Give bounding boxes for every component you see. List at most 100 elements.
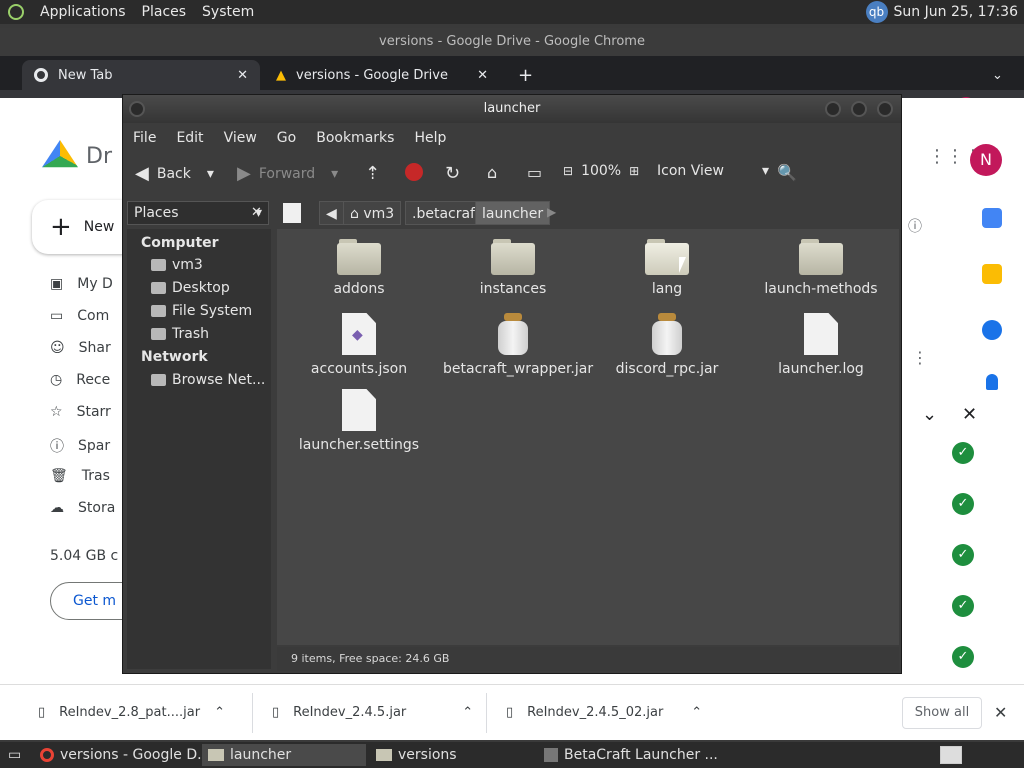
file-label: launcher.log — [778, 361, 864, 377]
sidebar-item-vm3[interactable]: vm3 — [151, 257, 203, 273]
file-item-launcher-settings[interactable]: launcher.settings — [289, 389, 429, 453]
menu-places[interactable]: Places — [142, 4, 187, 20]
sidebar-item-trash[interactable]: Trash — [151, 326, 209, 342]
menu-go[interactable]: Go — [267, 130, 306, 146]
tab-versions-drive[interactable]: ▲ versions - Google Drive ✕ — [264, 60, 500, 90]
breadcrumb-launcher[interactable]: launcher — [475, 201, 551, 225]
task-launcher[interactable]: launcher — [202, 744, 366, 766]
sidebar-item-recent[interactable]: ◷ Rece — [50, 372, 110, 388]
close-button[interactable] — [877, 101, 893, 117]
chevron-down-icon[interactable]: ▾ — [207, 166, 214, 182]
reload-icon[interactable]: ↻ — [445, 163, 460, 184]
close-icon[interactable]: ✕ — [477, 68, 488, 83]
drive-logo[interactable]: Dr — [42, 140, 112, 172]
window-menu-button[interactable] — [129, 101, 145, 117]
file-item-accounts-json[interactable]: ◆ accounts.json — [289, 313, 429, 377]
chevron-up-icon[interactable]: ⌃ — [214, 705, 225, 720]
fm-titlebar[interactable]: launcher — [123, 95, 901, 123]
chrome-title: versions - Google Drive - Google Chrome — [0, 28, 1024, 56]
task-chrome[interactable]: versions - Google D... — [34, 744, 216, 766]
menu-edit[interactable]: Edit — [166, 130, 213, 146]
text-file-icon — [804, 313, 838, 355]
sidebar-label: Desktop — [172, 280, 230, 296]
sidebar-item-spam[interactable]: ⓘ Spar — [50, 436, 110, 456]
close-icon[interactable]: ✕ — [994, 703, 1007, 722]
close-icon[interactable]: ✕ — [962, 404, 977, 425]
calendar-icon[interactable] — [982, 208, 1002, 228]
zoom-in-icon[interactable]: ⊞ — [629, 164, 639, 178]
sidebar-item-browse-network[interactable]: Browse Net... — [151, 372, 265, 388]
collapse-chevron-icon[interactable]: ⌄ — [922, 404, 937, 425]
task-betacraft[interactable]: BetaCraft Launcher ... — [538, 744, 724, 766]
menu-bookmarks[interactable]: Bookmarks — [306, 130, 404, 146]
more-vert-icon[interactable]: ⋮ — [912, 348, 928, 367]
tab-new-tab[interactable]: New Tab ✕ — [22, 60, 260, 90]
task-versions[interactable]: versions — [370, 744, 463, 766]
menu-file[interactable]: File — [123, 130, 166, 146]
sidebar-item-storage[interactable]: ☁ Stora — [50, 500, 115, 516]
sidebar-item-desktop[interactable]: Desktop — [151, 280, 230, 296]
stop-icon[interactable] — [405, 163, 423, 181]
forward-button[interactable]: ▶ Forward ▾ — [237, 163, 338, 184]
file-item-addons[interactable]: addons — [289, 239, 429, 297]
places-dropdown[interactable]: Places ▾ — [127, 201, 269, 225]
sidebar-item-shared[interactable]: ☺ Shar — [50, 340, 111, 356]
workspace-switcher[interactable] — [934, 744, 968, 766]
up-icon[interactable]: ⇡ — [365, 163, 380, 184]
file-item-betacraft-wrapper[interactable]: betacraft_wrapper.jar — [443, 313, 593, 377]
user-badge[interactable]: qb — [865, 1, 888, 23]
menu-help[interactable]: Help — [404, 130, 456, 146]
sidebar-item-starred[interactable]: ☆ Starr — [50, 404, 111, 420]
chevron-up-icon[interactable]: ⌃ — [691, 705, 702, 720]
divider — [252, 693, 253, 733]
zoom-out-icon[interactable]: ⊟ — [563, 164, 573, 178]
file-item-discord-rpc[interactable]: discord_rpc.jar — [597, 313, 737, 377]
tasks-icon[interactable] — [982, 320, 1002, 340]
file-item-launch-methods[interactable]: launch-methods — [751, 239, 891, 297]
breadcrumb-right-icon[interactable]: ▶ — [547, 205, 556, 219]
file-item-instances[interactable]: instances — [443, 239, 583, 297]
contacts-icon[interactable] — [986, 374, 998, 390]
sidebar-item-filesystem[interactable]: File System — [151, 303, 252, 319]
menu-system[interactable]: System — [202, 4, 254, 20]
sidebar-item-trash[interactable]: 🗑 Tras — [50, 468, 110, 484]
menu-applications[interactable]: Applications — [40, 4, 126, 20]
chevron-down-icon[interactable]: ▾ — [331, 166, 338, 182]
show-all-button[interactable]: Show all — [902, 697, 982, 729]
download-item[interactable]: ▯ ReIndev_2.4.5.jar ⌃ — [272, 705, 473, 720]
download-item[interactable]: ▯ ReIndev_2.4.5_02.jar ⌃ — [506, 705, 702, 720]
chevron-down-icon: ⌄ — [992, 67, 1003, 83]
file-item-lang[interactable]: lang — [597, 239, 737, 297]
sidebar-item-computers[interactable]: ▭ Com — [50, 308, 109, 324]
menu-view[interactable]: View — [214, 130, 267, 146]
task-label: launcher — [230, 747, 292, 763]
breadcrumb-label: .betacraft — [412, 206, 481, 222]
maximize-button[interactable] — [851, 101, 867, 117]
download-item[interactable]: ▯ ReIndev_2.8_pat....jar ⌃ — [38, 705, 225, 720]
close-sidebar-icon[interactable]: ✕ — [251, 205, 262, 220]
file-label: discord_rpc.jar — [615, 361, 719, 377]
back-arrow-icon: ◀ — [135, 163, 149, 184]
edit-location-icon[interactable] — [283, 203, 301, 223]
info-icon[interactable]: ⓘ — [908, 216, 922, 236]
view-mode-select[interactable]: Icon View ▾ — [657, 163, 769, 179]
file-item-launcher-log[interactable]: launcher.log — [751, 313, 891, 377]
home-icon[interactable]: ⌂ — [487, 163, 497, 182]
keep-icon[interactable] — [982, 264, 1002, 284]
system-logo-icon[interactable] — [8, 4, 24, 20]
tab-search-button[interactable]: ⌄ — [980, 60, 1015, 90]
breadcrumb-left-icon[interactable]: ◀ — [319, 201, 344, 225]
chevron-up-icon[interactable]: ⌃ — [462, 705, 473, 720]
back-button[interactable]: ◀ Back ▾ — [135, 163, 214, 184]
sidebar-item-my-drive[interactable]: ▣ My D — [50, 276, 113, 292]
clock[interactable]: Sun Jun 25, 17:36 — [894, 4, 1018, 20]
account-avatar[interactable]: N — [970, 144, 1002, 176]
search-icon[interactable]: 🔍 — [777, 163, 797, 182]
close-icon[interactable]: ✕ — [237, 68, 248, 83]
show-desktop-icon[interactable]: ▭ — [2, 744, 27, 766]
zoom-control[interactable]: ⊟ 100% ⊞ — [563, 163, 639, 179]
new-tab-button[interactable]: + — [506, 60, 545, 90]
minimize-button[interactable] — [825, 101, 841, 117]
breadcrumb-vm3[interactable]: ⌂ vm3 — [343, 201, 402, 225]
computer-icon[interactable]: ▭ — [527, 163, 542, 182]
